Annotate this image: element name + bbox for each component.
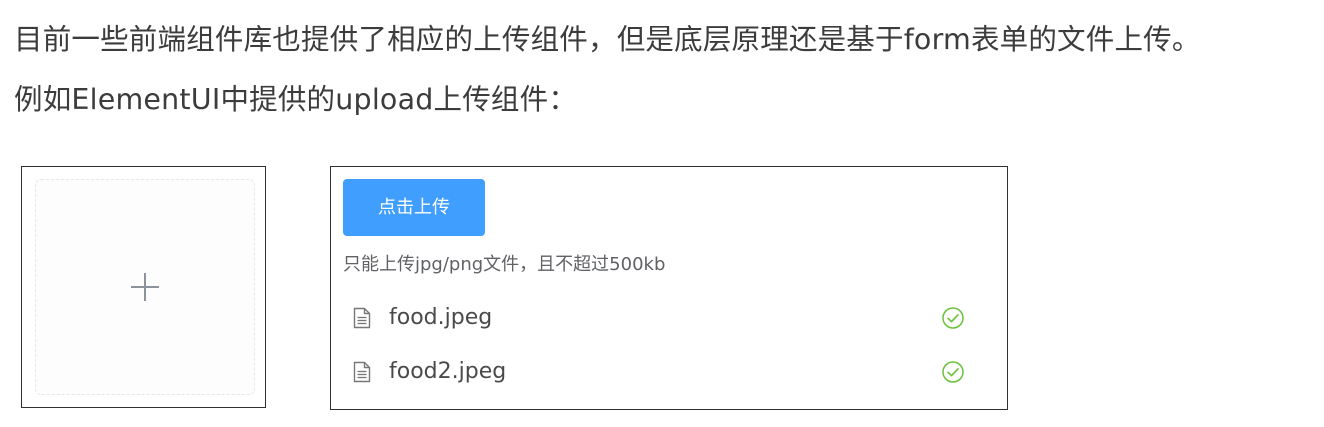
paragraph-example: 例如ElementUI中提供的upload上传组件： [14,83,578,116]
file-name[interactable]: food.jpeg [389,304,492,332]
picture-card-upload-trigger[interactable] [35,179,255,395]
file-list-upload-demo: 点击上传 只能上传jpg/png文件，且不超过500kb food.jpeg f… [330,166,1008,410]
uploaded-file-list: food.jpeg food2.jpeg [343,295,995,403]
paragraph-intro: 目前一些前端组件库也提供了相应的上传组件，但是底层原理还是基于form表单的文件… [14,23,1201,56]
document-icon [353,307,371,329]
plus-icon [131,273,159,301]
click-upload-button[interactable]: 点击上传 [343,179,485,236]
upload-tip: 只能上传jpg/png文件，且不超过500kb [343,254,666,275]
file-name[interactable]: food2.jpeg [389,358,506,386]
circle-check-icon [942,361,964,383]
file-list-item[interactable]: food2.jpeg [343,349,995,403]
document-icon [353,361,371,383]
picture-card-demo [21,166,266,408]
circle-check-icon [942,307,964,329]
file-list-item[interactable]: food.jpeg [343,295,995,349]
